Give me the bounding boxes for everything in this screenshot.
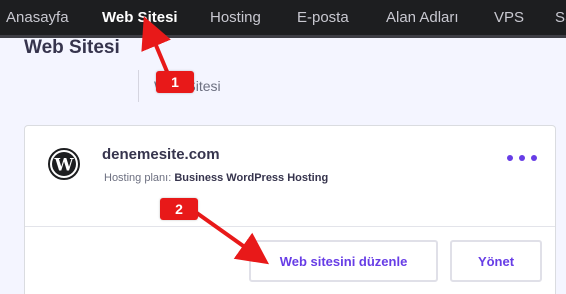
nav-item-alan-adlari[interactable]: Alan Adları — [386, 9, 459, 26]
hosting-plan-label: Hosting planı: — [104, 172, 172, 184]
page-title: Web Sitesi — [24, 37, 120, 58]
hosting-plan-value: Business WordPress Hosting — [174, 172, 329, 184]
card-divider — [25, 226, 555, 227]
svg-text:W: W — [53, 156, 74, 176]
hosting-plan-info: Hosting planı: Business WordPress Hostin… — [104, 172, 328, 184]
nav-item-e-posta[interactable]: E-posta — [297, 9, 349, 26]
nav-item-hosting[interactable]: Hosting — [210, 9, 261, 26]
header-divider — [138, 70, 139, 102]
manage-button[interactable]: Yönet — [450, 240, 542, 282]
more-options-icon[interactable] — [507, 152, 537, 164]
site-domain-name[interactable]: denemesite.com — [102, 146, 220, 163]
top-navigation-bar: Anasayfa Web Sitesi Hosting E-posta Alan… — [0, 0, 566, 38]
nav-item-vps[interactable]: VPS — [494, 9, 524, 26]
annotation-step-2: 2 — [160, 198, 198, 220]
wordpress-icon: W — [48, 148, 80, 180]
edit-website-button[interactable]: Web sitesini düzenle — [249, 240, 438, 282]
nav-item-web-sitesi[interactable]: Web Sitesi — [102, 9, 178, 26]
nav-item-more[interactable]: SS — [555, 9, 566, 26]
annotation-step-1: 1 — [156, 71, 194, 93]
nav-active-indicator — [203, 36, 211, 38]
nav-item-anasayfa[interactable]: Anasayfa — [6, 9, 69, 26]
